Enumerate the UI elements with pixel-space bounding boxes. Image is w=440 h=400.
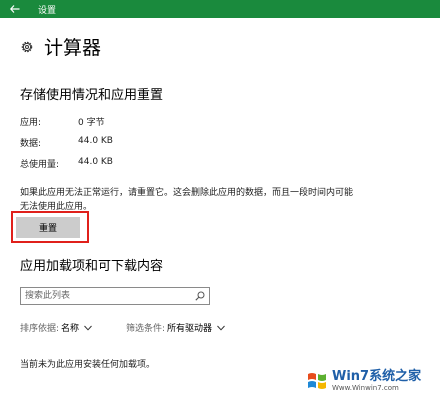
sort-value: 名称 xyxy=(61,324,80,334)
watermark-text: Win7系统之家 Www.Winwin7.com xyxy=(332,370,421,392)
watermark-title: Win7系统之家 xyxy=(332,369,422,384)
reset-description: 如果此应用无法正常运行，请重置它。这会删除此应用的数据，而且一段时间内可能无法使… xyxy=(20,188,354,212)
chevron-down-icon xyxy=(84,325,92,331)
search-box xyxy=(20,287,210,305)
search-input[interactable] xyxy=(25,289,185,303)
data-size-label: 数据: xyxy=(20,139,42,149)
gear-icon xyxy=(21,41,33,52)
addons-heading: 应用加载项和可下载内容 xyxy=(20,259,164,274)
filter-label: 筛选条件: xyxy=(126,324,166,334)
search-icon[interactable] xyxy=(195,291,205,301)
sort-label: 排序依据: xyxy=(20,324,60,334)
filter-dropdown[interactable]: 筛选条件: 所有驱动器 xyxy=(126,321,225,334)
sort-dropdown[interactable]: 排序依据: 名称 xyxy=(20,321,92,334)
window-title: 设置 xyxy=(38,5,57,16)
app-size-label: 应用: xyxy=(20,118,42,128)
total-usage-value: 44.0 KB xyxy=(78,157,113,167)
windows-logo-icon xyxy=(308,373,326,389)
back-button[interactable] xyxy=(0,0,30,18)
back-arrow-icon xyxy=(10,5,20,13)
storage-heading: 存储使用情况和应用重置 xyxy=(20,88,164,103)
app-size-value: 0 字节 xyxy=(78,118,105,128)
empty-addons-message: 当前未为此应用安装任何加载项。 xyxy=(20,360,156,370)
watermark: Win7系统之家 Www.Winwin7.com xyxy=(306,365,438,397)
filter-value: 所有驱动器 xyxy=(167,324,213,334)
watermark-url: Www.Winwin7.com xyxy=(332,384,399,392)
reset-button[interactable]: 重置 xyxy=(16,217,80,238)
total-usage-label: 总使用量: xyxy=(20,160,60,170)
page-title: 计算器 xyxy=(44,37,102,59)
data-size-value: 44.0 KB xyxy=(78,136,113,146)
page-header: 计算器 xyxy=(20,33,101,60)
chevron-down-icon xyxy=(217,325,225,331)
title-bar: 设置 xyxy=(0,0,440,18)
